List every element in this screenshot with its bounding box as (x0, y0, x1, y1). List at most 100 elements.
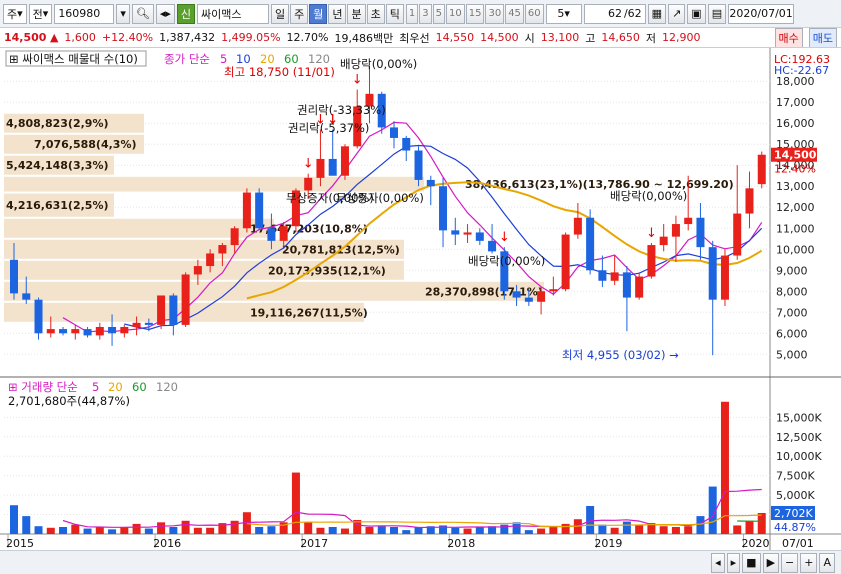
candle[interactable] (316, 158, 325, 178)
candle[interactable] (733, 213, 742, 256)
candle[interactable] (610, 272, 619, 281)
scroll-right-button[interactable]: ▸ (726, 552, 741, 573)
candle[interactable] (573, 217, 582, 235)
stock-name: 싸이맥스 (196, 3, 269, 24)
candle[interactable] (390, 127, 398, 138)
candle[interactable] (46, 329, 55, 334)
date-input[interactable]: 2020/07/01 (728, 3, 795, 24)
period-tab-6[interactable]: 틱 (385, 3, 404, 24)
minute-option-60[interactable]: 60 (524, 3, 544, 24)
candle[interactable] (279, 226, 288, 241)
price-chart[interactable]: 18,00017,00016,00015,00014,00013,00012,0… (0, 48, 841, 378)
candle[interactable] (304, 177, 313, 191)
candle[interactable] (598, 270, 607, 281)
candle[interactable] (255, 192, 264, 229)
sell-button[interactable]: 매도 (808, 28, 837, 47)
candle[interactable] (83, 329, 92, 336)
stop-button[interactable]: ■ (742, 552, 761, 573)
candle[interactable] (169, 295, 178, 325)
candle[interactable] (181, 274, 190, 325)
candle[interactable] (463, 232, 472, 235)
count-select[interactable]: 5 ▾ (545, 3, 582, 24)
candle[interactable] (647, 245, 656, 277)
high-annotation: 최고 18,750 (11/01) (224, 65, 335, 79)
candle[interactable] (524, 297, 533, 302)
zoom-out-button[interactable]: − (781, 552, 799, 573)
candle[interactable] (488, 240, 497, 252)
candle[interactable] (218, 245, 227, 254)
minute-option-5[interactable]: 5 (432, 3, 445, 24)
candle[interactable] (537, 291, 546, 302)
minute-option-45[interactable]: 45 (505, 3, 524, 24)
candle[interactable] (328, 158, 337, 176)
chart-toggle-icon[interactable]: ↗ (668, 3, 686, 24)
candle[interactable] (708, 247, 717, 300)
code-input[interactable]: 160980 (54, 3, 115, 24)
type-select[interactable]: 전 ▾ (28, 3, 53, 24)
save-icon[interactable]: ▣ (687, 3, 706, 24)
minute-option-10[interactable]: 10 (445, 3, 465, 24)
candle[interactable] (512, 291, 521, 298)
candle[interactable] (451, 230, 460, 235)
candle[interactable] (120, 326, 129, 334)
search-icon[interactable]: 🔍︎ (131, 3, 154, 24)
minute-option-15[interactable]: 15 (465, 3, 485, 24)
candle[interactable] (745, 188, 754, 214)
candle[interactable] (439, 186, 448, 231)
auto-button[interactable]: A (819, 552, 835, 573)
candle[interactable] (157, 295, 166, 325)
candle[interactable] (635, 276, 644, 298)
minute-option-3[interactable]: 3 (419, 3, 432, 24)
candle[interactable] (34, 299, 43, 334)
candle[interactable] (757, 154, 766, 185)
candle[interactable] (340, 146, 349, 176)
speaker-icon[interactable]: ◂▸ (155, 3, 175, 24)
period-tab-4[interactable]: 분 (347, 3, 366, 24)
period-tab-5[interactable]: 초 (366, 3, 385, 24)
volume-bar (635, 525, 644, 534)
minute-option-30[interactable]: 30 (485, 3, 505, 24)
candle[interactable] (108, 326, 117, 334)
candle[interactable] (561, 234, 570, 290)
grid-icon[interactable]: ▦ (647, 3, 667, 24)
candle[interactable] (720, 255, 729, 300)
candle[interactable] (586, 217, 595, 271)
volume-ma-label: 60 (132, 380, 147, 394)
period-tab-1[interactable]: 주 (290, 3, 309, 24)
candle[interactable] (414, 150, 423, 180)
candle[interactable] (549, 289, 558, 292)
candle[interactable] (659, 236, 668, 246)
candle[interactable] (22, 293, 31, 300)
candle[interactable] (132, 322, 141, 327)
candle[interactable] (230, 228, 239, 246)
calendar-icon[interactable]: ▤ (707, 3, 727, 24)
candle[interactable] (71, 329, 80, 334)
candle[interactable] (696, 217, 705, 248)
candle[interactable] (671, 224, 680, 237)
period-tab-0[interactable]: 일 (270, 3, 290, 24)
candle[interactable] (144, 322, 153, 325)
candle[interactable] (402, 137, 411, 151)
market-select[interactable]: 주 ▾ (3, 3, 27, 24)
zoom-in-button[interactable]: + (800, 552, 818, 573)
candle[interactable] (59, 329, 68, 334)
candle[interactable] (193, 266, 202, 275)
play-button[interactable]: ▶ (762, 552, 780, 573)
buy-button[interactable]: 매수 (774, 28, 803, 47)
candle[interactable] (475, 232, 484, 241)
candle[interactable] (267, 228, 276, 241)
minute-option-1[interactable]: 1 (405, 3, 419, 24)
candle[interactable] (684, 217, 693, 225)
candle[interactable] (206, 253, 215, 267)
period-tab-3[interactable]: 년 (328, 3, 347, 24)
candle[interactable] (242, 192, 251, 229)
dropdown-icon[interactable]: ▾ (116, 3, 130, 24)
candle[interactable] (426, 179, 435, 187)
scroll-left-button[interactable]: ◂ (711, 552, 725, 573)
period-tab-2[interactable]: 월 (309, 3, 328, 24)
volume-chart[interactable]: 15,000K12,500K10,000K7,500K5,000K2,500K⊞… (0, 378, 841, 550)
x-axis-label: 2018 (447, 537, 475, 550)
candle[interactable] (622, 272, 631, 298)
candle[interactable] (10, 259, 18, 294)
candle[interactable] (95, 326, 104, 336)
